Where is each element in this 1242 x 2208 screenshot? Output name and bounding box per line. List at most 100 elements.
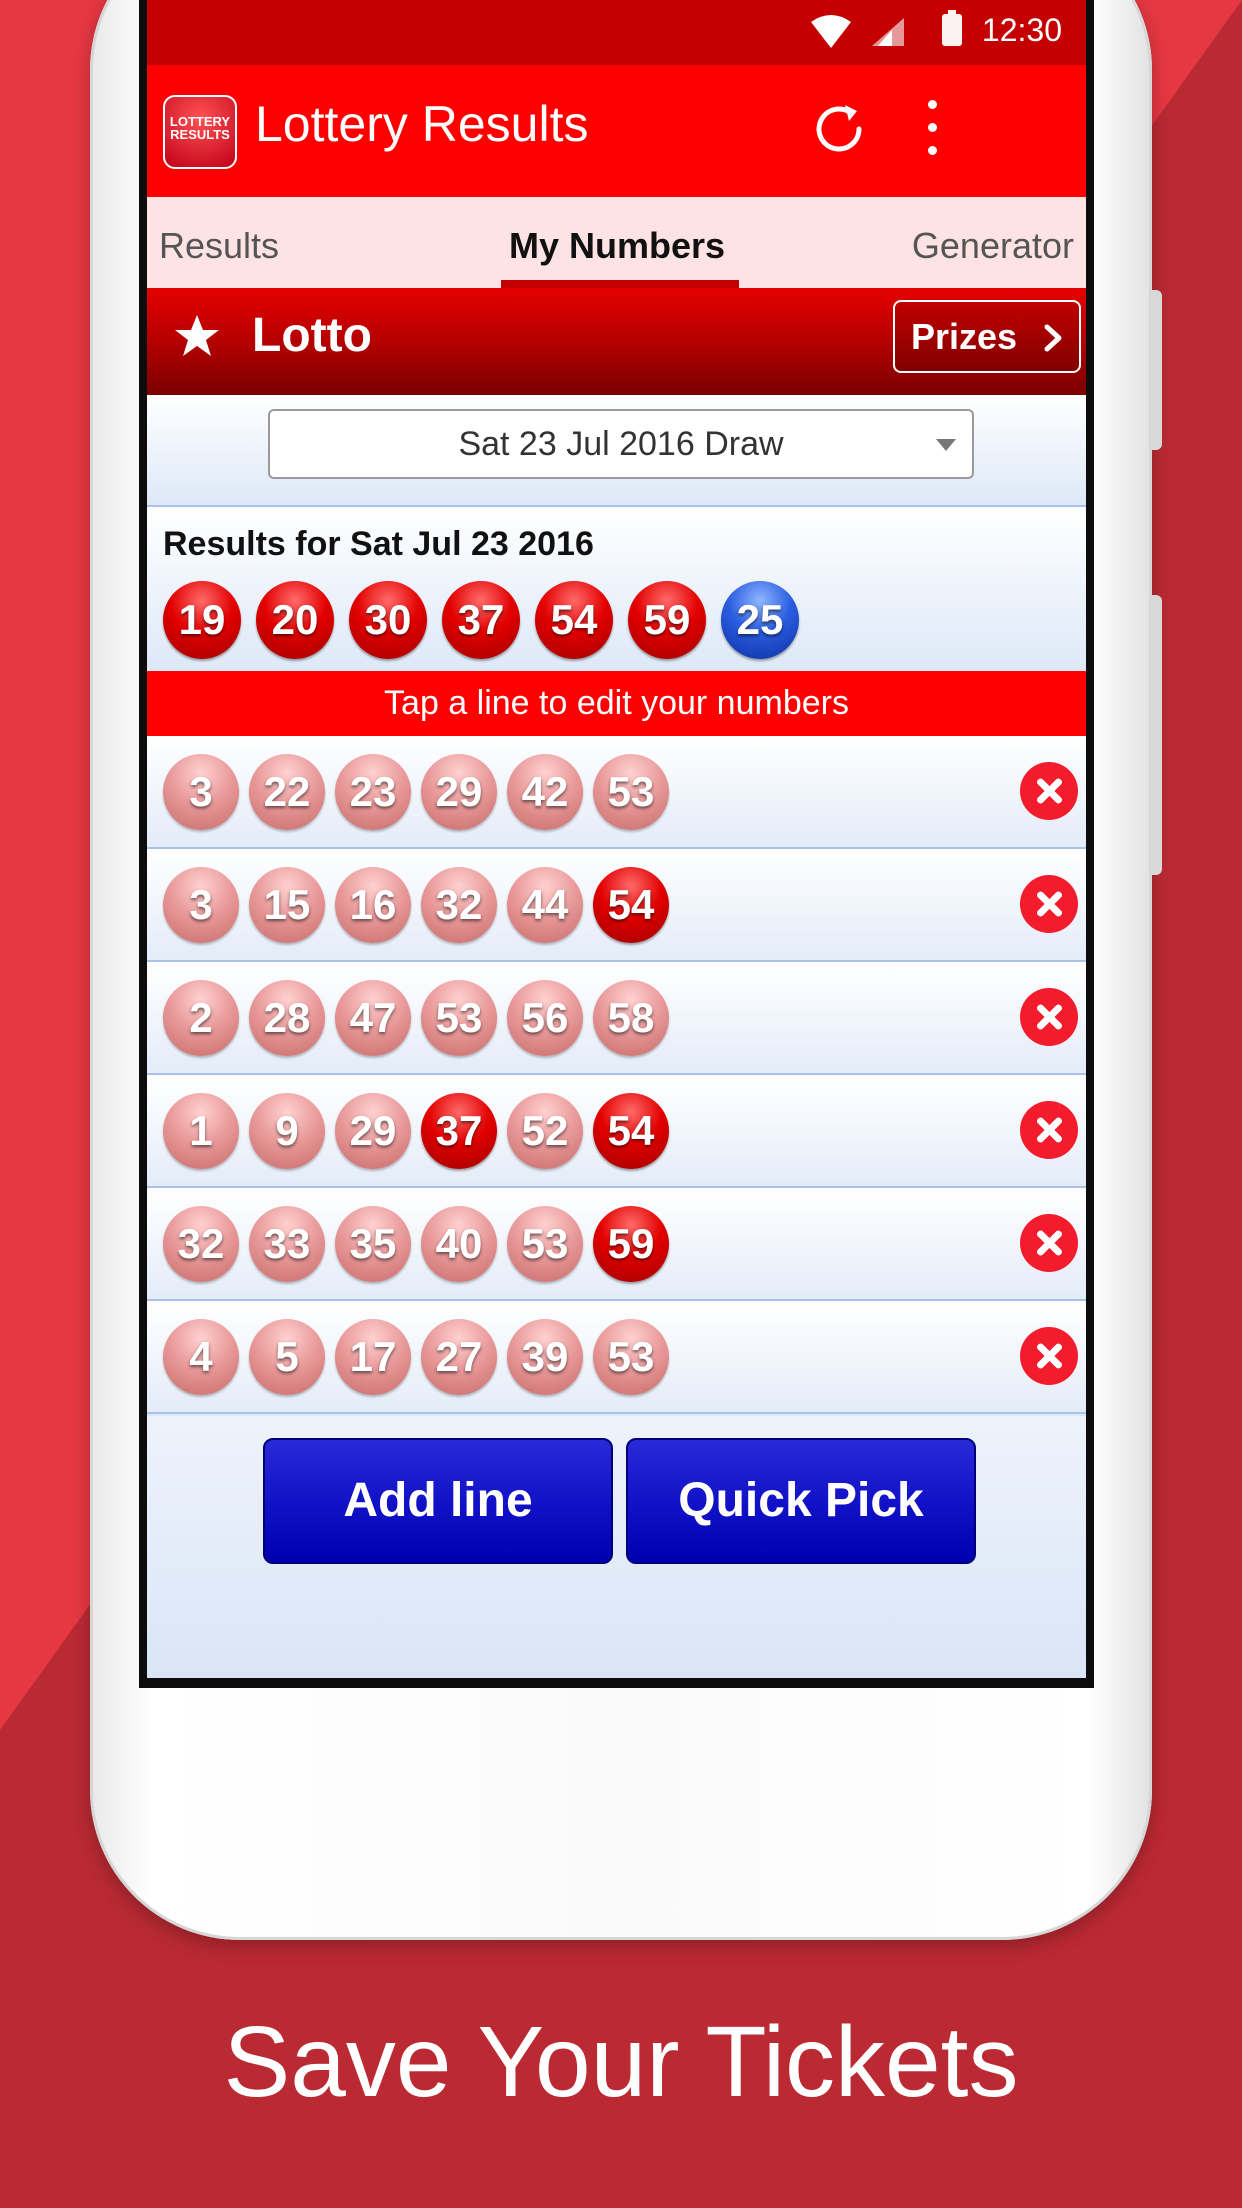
phone-volume-button bbox=[1150, 290, 1162, 450]
ticket-ball: 23 bbox=[335, 754, 411, 830]
result-ball: 19 bbox=[163, 581, 241, 659]
ticket-ball: 5 bbox=[249, 1319, 325, 1395]
star-icon[interactable] bbox=[173, 312, 221, 360]
app-logo-text: LOTTERY RESULTS bbox=[169, 114, 231, 142]
phone-screen: 12:30 LOTTERY RESULTS Lottery Results Re… bbox=[139, 0, 1094, 1688]
chevron-right-icon bbox=[1044, 324, 1062, 352]
ticket-line-balls: 32 33 35 40 53 59 bbox=[163, 1206, 679, 1282]
ticket-ball: 3 bbox=[163, 867, 239, 943]
ticket-ball: 58 bbox=[593, 980, 669, 1056]
ticket-ball: 42 bbox=[507, 754, 583, 830]
ticket-ball: 28 bbox=[249, 980, 325, 1056]
tab-my-numbers[interactable]: My Numbers bbox=[509, 225, 725, 267]
results-title: Results for Sat Jul 23 2016 bbox=[163, 525, 594, 563]
more-options-icon[interactable] bbox=[922, 100, 942, 164]
ticket-line-balls: 1 9 29 37 52 54 bbox=[163, 1093, 679, 1169]
ticket-ball: 17 bbox=[335, 1319, 411, 1395]
ticket-ball: 35 bbox=[335, 1206, 411, 1282]
app-title: Lottery Results bbox=[255, 96, 589, 152]
tab-generator[interactable]: Generator bbox=[912, 225, 1074, 267]
ticket-ball: 29 bbox=[421, 754, 497, 830]
ticket-ball: 53 bbox=[507, 1206, 583, 1282]
tab-selected-indicator bbox=[501, 280, 739, 288]
ticket-line[interactable]: 4 5 17 27 39 53 bbox=[147, 1301, 1086, 1414]
ticket-ball: 27 bbox=[421, 1319, 497, 1395]
app-logo: LOTTERY RESULTS bbox=[163, 95, 237, 169]
ticket-ball: 16 bbox=[335, 867, 411, 943]
ticket-ball: 52 bbox=[507, 1093, 583, 1169]
ticket-ball: 22 bbox=[249, 754, 325, 830]
ticket-line[interactable]: 3 15 16 32 44 54 bbox=[147, 849, 1086, 962]
delete-line-icon[interactable] bbox=[1020, 988, 1078, 1046]
game-title: Lotto bbox=[252, 309, 372, 362]
ticket-ball: 56 bbox=[507, 980, 583, 1056]
ticket-line[interactable]: 1 9 29 37 52 54 bbox=[147, 1075, 1086, 1188]
draw-selector-area: Sat 23 Jul 2016 Draw bbox=[147, 395, 1086, 507]
delete-line-icon[interactable] bbox=[1020, 762, 1078, 820]
delete-line-icon[interactable] bbox=[1020, 1327, 1078, 1385]
delete-line-icon[interactable] bbox=[1020, 875, 1078, 933]
ticket-ball: 32 bbox=[421, 867, 497, 943]
tab-bar: Results My Numbers Generator bbox=[147, 197, 1086, 288]
ticket-line-balls: 3 22 23 29 42 53 bbox=[163, 754, 679, 830]
ticket-ball: 29 bbox=[335, 1093, 411, 1169]
ticket-ball: 54 bbox=[593, 1093, 669, 1169]
delete-line-icon[interactable] bbox=[1020, 1101, 1078, 1159]
ticket-ball: 37 bbox=[421, 1093, 497, 1169]
draw-select-value: Sat 23 Jul 2016 Draw bbox=[458, 425, 784, 463]
status-bar: 12:30 bbox=[147, 0, 1086, 65]
ticket-line-balls: 2 28 47 53 56 58 bbox=[163, 980, 679, 1056]
action-area: Add line Quick Pick bbox=[147, 1416, 1086, 1678]
ticket-ball: 44 bbox=[507, 867, 583, 943]
refresh-icon[interactable] bbox=[807, 97, 871, 161]
ticket-ball: 15 bbox=[249, 867, 325, 943]
ticket-ball: 59 bbox=[593, 1206, 669, 1282]
dropdown-caret-icon bbox=[936, 439, 956, 451]
result-ball: 20 bbox=[256, 581, 334, 659]
ticket-ball: 53 bbox=[593, 1319, 669, 1395]
results-balls: 19 20 30 37 54 59 25 bbox=[163, 581, 814, 659]
wifi-icon bbox=[811, 15, 851, 48]
add-line-button[interactable]: Add line bbox=[263, 1438, 613, 1564]
status-time: 12:30 bbox=[981, 12, 1062, 48]
ticket-line[interactable]: 3 22 23 29 42 53 bbox=[147, 736, 1086, 849]
ticket-ball: 40 bbox=[421, 1206, 497, 1282]
ticket-ball: 3 bbox=[163, 754, 239, 830]
battery-icon bbox=[942, 10, 962, 46]
ticket-line[interactable]: 2 28 47 53 56 58 bbox=[147, 962, 1086, 1075]
ticket-ball: 53 bbox=[421, 980, 497, 1056]
ticket-ball: 47 bbox=[335, 980, 411, 1056]
tab-results[interactable]: Results bbox=[159, 225, 279, 267]
result-ball: 54 bbox=[535, 581, 613, 659]
results-panel: Results for Sat Jul 23 2016 19 20 30 37 … bbox=[147, 507, 1086, 671]
signal-icon bbox=[872, 18, 904, 46]
ticket-ball: 39 bbox=[507, 1319, 583, 1395]
draw-select[interactable]: Sat 23 Jul 2016 Draw bbox=[268, 409, 974, 479]
ticket-line-balls: 3 15 16 32 44 54 bbox=[163, 867, 679, 943]
ticket-ball: 32 bbox=[163, 1206, 239, 1282]
instruction-banner: Tap a line to edit your numbers bbox=[147, 671, 1086, 736]
ticket-line-balls: 4 5 17 27 39 53 bbox=[163, 1319, 679, 1395]
ticket-ball: 9 bbox=[249, 1093, 325, 1169]
result-ball: 37 bbox=[442, 581, 520, 659]
phone-power-button bbox=[1150, 595, 1162, 875]
delete-line-icon[interactable] bbox=[1020, 1214, 1078, 1272]
ticket-ball: 33 bbox=[249, 1206, 325, 1282]
ticket-ball: 54 bbox=[593, 867, 669, 943]
result-ball: 30 bbox=[349, 581, 427, 659]
prizes-button-label: Prizes bbox=[911, 316, 1018, 357]
app-bar: LOTTERY RESULTS Lottery Results bbox=[147, 65, 1086, 197]
ticket-ball: 2 bbox=[163, 980, 239, 1056]
result-ball: 59 bbox=[628, 581, 706, 659]
game-header: Lotto Prizes bbox=[147, 288, 1086, 395]
quick-pick-button[interactable]: Quick Pick bbox=[626, 1438, 976, 1564]
promo-caption: Save Your Tickets bbox=[223, 2006, 1019, 2118]
bonus-ball: 25 bbox=[721, 581, 799, 659]
ticket-ball: 53 bbox=[593, 754, 669, 830]
ticket-lines: 3 22 23 29 42 53 3 15 16 32 44 54 2 28 4… bbox=[147, 736, 1086, 1414]
ticket-ball: 4 bbox=[163, 1319, 239, 1395]
ticket-line[interactable]: 32 33 35 40 53 59 bbox=[147, 1188, 1086, 1301]
app-screen: 12:30 LOTTERY RESULTS Lottery Results Re… bbox=[147, 0, 1086, 1678]
prizes-button[interactable]: Prizes bbox=[893, 300, 1081, 373]
ticket-ball: 1 bbox=[163, 1093, 239, 1169]
